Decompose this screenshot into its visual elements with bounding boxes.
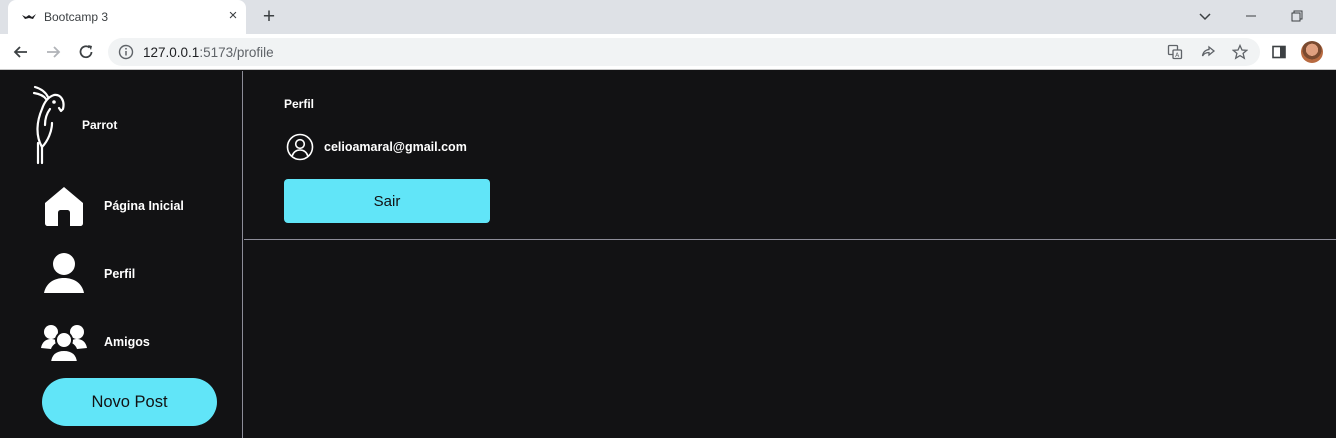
tab-search-chevron-icon[interactable] (1193, 4, 1217, 28)
browser-profile-avatar[interactable] (1301, 41, 1323, 63)
sidebar-item-label: Perfil (104, 267, 136, 281)
tab-title: Bootcamp 3 (44, 10, 109, 24)
sidebar-item-label: Amigos (104, 335, 150, 349)
forward-arrow-icon[interactable] (43, 42, 63, 62)
tab-close-icon[interactable]: × (224, 7, 242, 25)
user-circle-icon (286, 133, 314, 161)
user-icon (44, 253, 84, 293)
restore-icon[interactable] (1285, 4, 1309, 28)
sidebar-item-label: Página Inicial (104, 199, 184, 213)
url-host: 127.0.0.1 (143, 45, 200, 60)
sidebar-item-profile[interactable]: Perfil (40, 250, 230, 298)
back-arrow-icon[interactable] (11, 42, 31, 62)
app-root: Parrot Página Inicial Perfil Amigos Novo… (0, 71, 1336, 438)
browser-tab[interactable]: Bootcamp 3 × (8, 0, 246, 34)
parrot-logo-icon (32, 85, 65, 165)
new-tab-button[interactable]: + (258, 6, 280, 28)
users-icon (41, 325, 87, 363)
browser-tab-strip: Bootcamp 3 × + (0, 0, 1336, 34)
brand-name: Parrot (82, 118, 118, 132)
bird-favicon-icon (22, 14, 36, 19)
share-icon[interactable] (1200, 44, 1216, 60)
user-email: celioamaral@gmail.com (324, 140, 467, 154)
minimize-icon[interactable] (1239, 4, 1263, 28)
new-post-button[interactable]: Novo Post (42, 378, 217, 426)
url-path: :5173/profile (199, 45, 274, 60)
side-panel-icon[interactable] (1271, 44, 1287, 60)
bookmark-star-icon[interactable] (1232, 44, 1248, 60)
sidebar: Parrot Página Inicial Perfil Amigos Novo… (0, 71, 243, 438)
home-icon (45, 187, 83, 226)
page-title: Perfil (284, 97, 315, 111)
translate-icon[interactable]: A (1167, 44, 1183, 60)
url-text: 127.0.0.1:5173/profile (143, 45, 274, 60)
address-bar[interactable]: 127.0.0.1:5173/profile A (108, 38, 1260, 66)
sidebar-item-friends[interactable]: Amigos (40, 318, 230, 366)
reload-icon[interactable] (76, 42, 96, 62)
site-info-icon[interactable] (118, 44, 134, 60)
browser-toolbar: 127.0.0.1:5173/profile A (0, 34, 1336, 70)
sidebar-item-home[interactable]: Página Inicial (40, 182, 230, 230)
profile-panel: Perfil celioamaral@gmail.com Sair (244, 71, 1336, 240)
logout-button[interactable]: Sair (284, 179, 490, 223)
